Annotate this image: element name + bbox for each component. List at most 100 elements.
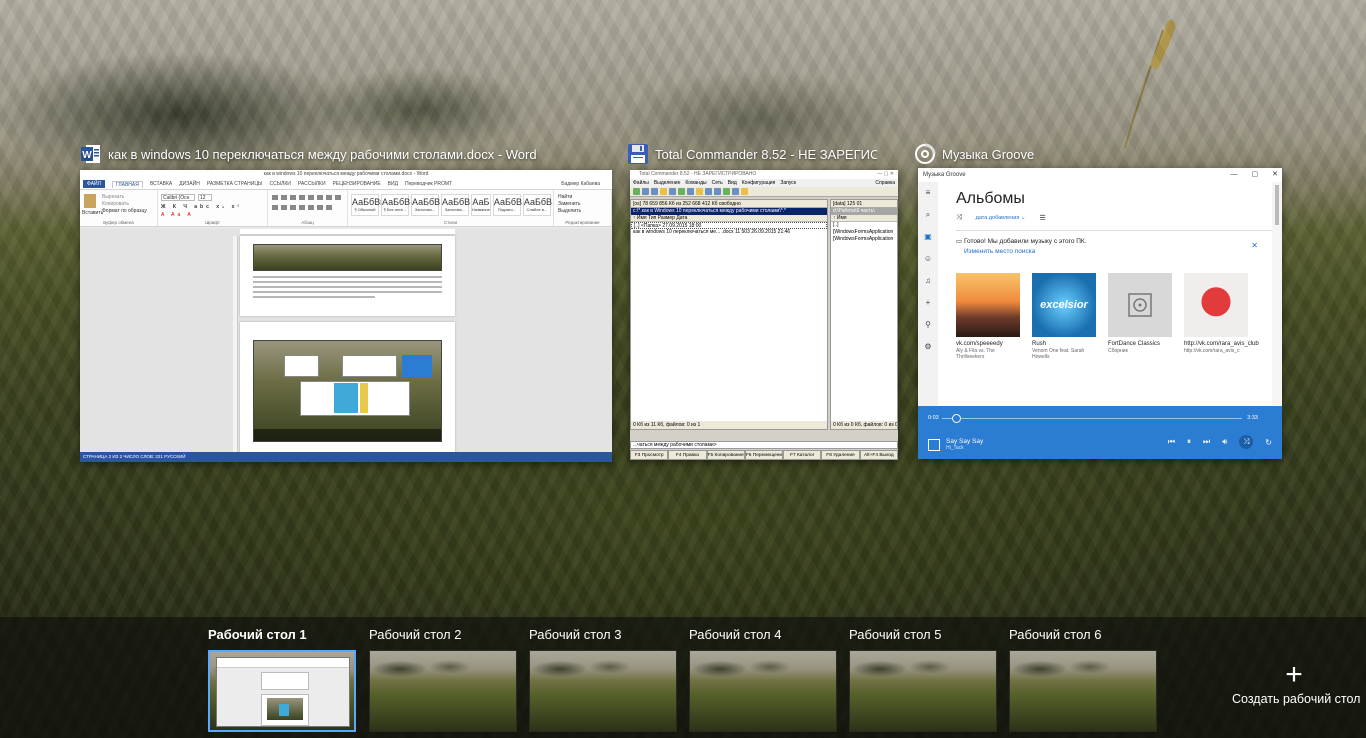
paste-label: Вставить [82, 210, 104, 216]
group-label: Стили [444, 220, 457, 225]
page-text-line [253, 281, 442, 283]
groove-sort-bar: ⤨ дата добавления ⌄ ☰ [956, 214, 1272, 222]
tc-left-header: ↑ Имя Тип Размер Дата [631, 215, 827, 222]
groove-heading: Альбомы [956, 190, 1025, 207]
tc-left-path: c:\*.как в Windows 10 переключаться межд… [631, 208, 827, 215]
style-subtitle: АаБбВ Подзаго... [492, 194, 522, 216]
style-heading-1: АаБбВ Заголово... [411, 194, 440, 216]
word-inner-title: как в windows 10 переключаться между раб… [263, 171, 429, 177]
desktop-label: Рабочий стол 3 [529, 627, 622, 642]
cut-label: Вырезать [102, 194, 125, 200]
desktop-thumbnail[interactable] [1009, 650, 1157, 732]
tc-right-footer: 0 Кб из 0 Кб, файлов: 0 из 0 [831, 421, 897, 429]
desktop-label: Рабочий стол 5 [849, 627, 942, 642]
album-artist: http://vk.com/rara_avis_c [1184, 348, 1240, 354]
word-tab-design: ДИЗАЙН [179, 181, 200, 187]
window-title-groove[interactable]: Музыка Groove [914, 143, 1114, 165]
player-controls: ⏮ ⏸ ⏭ 🔊︎ ⤨ ↻ [1168, 435, 1272, 449]
word-titlebar: как в windows 10 переключаться между раб… [80, 170, 612, 179]
find-label: Найти [558, 194, 573, 200]
now-playing-cover [928, 438, 940, 451]
replace-label: Заменить [558, 201, 581, 207]
paragraph-icons [272, 195, 342, 200]
account-icon: ⚲ [925, 320, 931, 329]
group-label: Шрифт [205, 220, 220, 225]
word-tab-file: ФАЙЛ [83, 180, 105, 188]
groove-scrollbar [1272, 182, 1282, 416]
desktop-1[interactable]: Рабочий стол 1 [208, 626, 358, 732]
tc-fkey: F4 Правка [668, 450, 707, 460]
desktop-thumbnail[interactable] [369, 650, 517, 732]
select-list-icon: ☰ [1039, 215, 1046, 222]
window-title-word[interactable]: W как в windows 10 переключаться между р… [80, 143, 610, 165]
hamburger-icon: ≡ [925, 188, 931, 197]
tc-file-row: как в windows 10 переключаться ме... .do… [633, 229, 791, 235]
album-name: FortDance Classics [1108, 341, 1161, 347]
desktop-6[interactable]: Рабочий стол 6 [1009, 626, 1159, 732]
new-desktop-button[interactable]: + Создать рабочий стол [1232, 658, 1360, 707]
album-artist: Сборник [1108, 348, 1128, 354]
desktop-label: Рабочий стол 2 [369, 627, 462, 642]
tc-menu-item: Файлы [633, 180, 649, 186]
tc-function-keys: F3 Просмотр F4 Правка F5 Копирование F6 … [630, 450, 898, 460]
tc-fkey: F3 Просмотр [630, 450, 669, 460]
tc-right-header: ↑ Имя [831, 215, 897, 222]
floppy-disk-icon [627, 143, 649, 165]
tc-fkey: F6 Перемещение [744, 450, 784, 460]
word-user-name: Бадмер Кабаева [561, 181, 600, 187]
notice-text: Готово! Мы добавили музыку с этого ПК. [963, 238, 1087, 245]
tc-file-row: [WindowsFormsApplication [833, 229, 894, 235]
desktop-2[interactable]: Рабочий стол 2 [369, 626, 519, 732]
word-tab-references: ССЫЛКИ [269, 181, 291, 187]
artists-icon: ☺ [923, 254, 933, 263]
tc-toolbar [630, 187, 898, 197]
window-thumbnail-groove[interactable]: Музыка Groove — ▢ ✕ ≡ ⌕ ▣ ☺ ♫ + ⚲ ⚙ Альбом… [918, 168, 1282, 459]
virtual-desktops-bar: Рабочий стол 1 Рабочий стол 2 Рабочий ст… [0, 617, 1366, 738]
word-page-1 [240, 236, 455, 316]
desktop-3[interactable]: Рабочий стол 3 [529, 626, 679, 732]
desktop-thumbnail[interactable] [689, 650, 837, 732]
time-elapsed: 0:03 [928, 415, 939, 421]
group-label: Буфер обмена [103, 220, 134, 225]
desktop-label: Рабочий стол 1 [208, 627, 307, 642]
window-thumbnail-total-commander[interactable]: Total Commander 8.52 - НЕ ЗАРЕГИСТРИРОВА… [630, 170, 898, 460]
desktop-5[interactable]: Рабочий стол 5 [849, 626, 999, 732]
desktop-thumbnail[interactable] [849, 650, 997, 732]
desktop-4[interactable]: Рабочий стол 4 [689, 626, 839, 732]
plus-icon: + [1285, 658, 1303, 691]
ribbon-group-font: Calibri (Осн 12 Ж К Ч abc x₂ x² A Aa A Ш… [158, 190, 268, 226]
word-horizontal-ruler [240, 229, 455, 235]
style-title: АаБ Название [471, 194, 491, 216]
ribbon-group-editing: Найти Заменить Выделить Редактирование [554, 190, 612, 226]
settings-icon: ⚙ [924, 342, 932, 351]
tc-menu-item: Сеть [711, 180, 723, 186]
sort-dropdown: дата добавления ⌄ [975, 215, 1026, 221]
window-title-total-commander[interactable]: Total Commander 8.52 - НЕ ЗАРЕГИСТ... [627, 143, 877, 165]
font-format-icons: Ж К Ч abc x₂ x² [161, 204, 243, 210]
groove-main: Альбомы ⤨ дата добавления ⌄ ☰ ▭ Готово! … [938, 182, 1272, 416]
album-name: vk.com/speeeedy [956, 341, 1003, 347]
groove-notice: ▭ Готово! Мы добавили музыку с этого ПК.… [956, 230, 1272, 255]
album-art-sunset-island [956, 273, 1020, 337]
tc-panels: [os] 78 659 856 Кб из 252 668 412 Кб сво… [630, 199, 898, 430]
info-icon: ▭ [956, 238, 964, 245]
ribbon-group-clipboard: Вставить Вырезать Копировать Формат по о… [80, 190, 158, 226]
ribbon-group-paragraph: Абзац [268, 190, 348, 226]
minimize-icon: — [1230, 171, 1238, 178]
style-normal: АаБбВв ¶ Обычный [351, 194, 385, 216]
previous-icon: ⏮ [1167, 437, 1176, 446]
tc-menu-item: Команды [685, 180, 707, 186]
search-icon: ⌕ [925, 210, 931, 219]
page-image [253, 244, 442, 271]
pause-icon: ⏸ [1187, 437, 1192, 446]
tc-menu-item: Конфигурация [741, 180, 776, 186]
tc-right-panel: [data] 125 01 d:\Работа\6 часть\ ↑ Имя [… [830, 199, 898, 430]
desktop-thumbnail[interactable] [529, 650, 677, 732]
tc-fkey: Alt+F4 Выход [859, 450, 898, 460]
tc-right-path: d:\Работа\6 часть\ [831, 208, 897, 215]
window-thumbnail-word[interactable]: как в windows 10 переключаться между раб… [80, 170, 612, 462]
style-heading-2: АаБбВ Заголово... [441, 194, 470, 216]
desktop-thumbnail[interactable] [208, 650, 356, 732]
word-tab-insert: ВСТАВКА [149, 181, 173, 187]
window-title-text: Музыка Groove [942, 146, 1035, 162]
